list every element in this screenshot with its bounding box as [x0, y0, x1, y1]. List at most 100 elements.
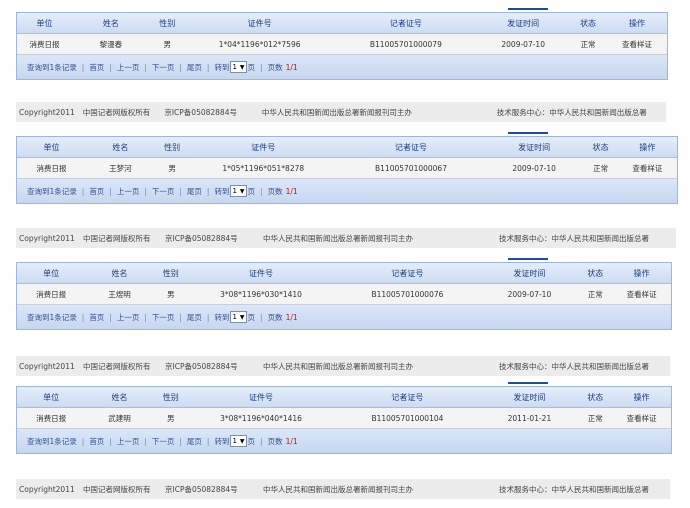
- next-page-link[interactable]: 下一页: [152, 62, 175, 73]
- prev-page-link[interactable]: 上一页: [117, 62, 140, 73]
- result-summary: 查询到1条记录: [27, 436, 77, 446]
- separator: |: [81, 62, 85, 72]
- footer-tech-support: 技术服务中心：中华人民共和国新闻出版总署: [499, 361, 649, 371]
- footer-tech-support: 技术服务中心：中华人民共和国新闻出版总署: [496, 107, 647, 117]
- footer-icp: 京ICP备05082884号: [165, 361, 238, 371]
- separator: |: [109, 186, 112, 196]
- column-header-issue-date: 发证时间: [518, 142, 551, 152]
- view-sample-link[interactable]: 查看样证: [607, 39, 667, 50]
- cell-press-card: B11005701000079: [369, 39, 442, 49]
- page-count: 1/1: [285, 312, 298, 322]
- column-header-status: 状态: [587, 392, 604, 402]
- column-header-id-number: 证件号: [251, 142, 276, 152]
- table-row: 消费日报 王梦河 男 1*05*1196*051*8278 B110057010…: [17, 158, 677, 179]
- column-header-issue-date: 发证时间: [513, 392, 546, 402]
- goto-prefix: 转到: [214, 186, 230, 196]
- next-page-link[interactable]: 下一页: [152, 436, 175, 447]
- column-header-name: 姓名: [111, 392, 128, 402]
- cell-press-card: B11005701000104: [371, 413, 444, 423]
- column-header-id-number: 证件号: [249, 268, 274, 278]
- goto-prefix: 转到: [214, 436, 230, 446]
- cell-status: 正常: [593, 163, 609, 173]
- last-page-link[interactable]: 尾页: [187, 62, 202, 73]
- separator: |: [179, 62, 182, 72]
- separator: |: [179, 186, 182, 196]
- goto-prefix: 转到: [214, 312, 230, 322]
- column-header-status: 状态: [592, 142, 609, 152]
- cell-unit: 消费日报: [36, 289, 67, 299]
- pagination-bar: 查询到1条记录 | 首页 | 上一页 | 下一页 | 尾页 | 转到 1 ▼ 页…: [17, 179, 677, 203]
- footer-copyright: Copyright2011: [19, 361, 75, 371]
- table-header-row: 单位 姓名 性别 证件号 记者证号 发证时间 状态 操作: [17, 387, 671, 408]
- prev-page-link[interactable]: 上一页: [117, 186, 140, 197]
- pagination-bar: 查询到1条记录 | 首页 | 上一页 | 下一页 | 尾页 | 转到 1 ▼ 页…: [17, 55, 667, 79]
- record-table: 单位 姓名 性别 证件号 记者证号 发证时间 状态 操作 消费日报 王煜明 男 …: [16, 262, 672, 330]
- separator: |: [144, 436, 147, 446]
- footer-owner: 中国记者网版权所有: [83, 233, 151, 243]
- footer-sponsor: 中华人民共和国新闻出版总署新闻报刊司主办: [261, 107, 412, 117]
- column-header-action: 操作: [628, 18, 645, 28]
- next-page-link[interactable]: 下一页: [152, 186, 175, 197]
- page-select[interactable]: 1 ▼: [230, 185, 247, 197]
- first-page-link[interactable]: 首页: [89, 312, 104, 323]
- cell-unit: 消费日报: [36, 413, 67, 423]
- column-header-status: 状态: [580, 18, 597, 28]
- column-header-id-number: 证件号: [249, 392, 274, 402]
- page-count-label: 页数: [267, 62, 283, 72]
- page-select[interactable]: 1 ▼: [230, 435, 247, 447]
- cell-id-number: 1*05*1196*051*8278: [222, 163, 305, 173]
- record-table: 单位 姓名 性别 证件号 记者证号 发证时间 状态 操作 消费日报 黎漫春 男 …: [16, 12, 668, 80]
- site-footer: Copyright2011 中国记者网版权所有 京ICP备05082884号 中…: [16, 356, 670, 376]
- separator: |: [109, 312, 112, 322]
- column-header-press-card: 记者证号: [391, 392, 424, 402]
- view-sample-link[interactable]: 查看样证: [618, 163, 677, 174]
- view-sample-link[interactable]: 查看样证: [612, 289, 671, 300]
- last-page-link[interactable]: 尾页: [187, 312, 202, 323]
- tab-indicator-line: [508, 382, 548, 384]
- prev-page-link[interactable]: 上一页: [117, 436, 140, 447]
- separator: |: [81, 186, 85, 196]
- separator: |: [109, 436, 112, 446]
- column-header-unit: 单位: [43, 142, 60, 152]
- column-header-press-card: 记者证号: [389, 18, 422, 28]
- cell-id-number: 3*08*1196*030*1410: [220, 289, 302, 299]
- page-count: 1/1: [285, 436, 298, 446]
- column-header-press-card: 记者证号: [395, 142, 427, 152]
- first-page-link[interactable]: 首页: [89, 186, 104, 197]
- tab-indicator-line: [508, 132, 548, 134]
- goto-suffix: 页: [247, 186, 256, 196]
- page-count-label: 页数: [267, 436, 283, 446]
- goto-suffix: 页: [247, 312, 256, 322]
- view-sample-link[interactable]: 查看样证: [612, 413, 671, 424]
- site-footer: Copyright2011 中国记者网版权所有 京ICP备05082884号 中…: [16, 479, 670, 499]
- column-header-press-card: 记者证号: [391, 268, 424, 278]
- separator: |: [81, 312, 85, 322]
- first-page-link[interactable]: 首页: [89, 436, 104, 447]
- column-header-gender: 性别: [162, 392, 179, 402]
- last-page-link[interactable]: 尾页: [187, 186, 202, 197]
- column-header-unit: 单位: [43, 268, 60, 278]
- footer-icp: 京ICP备05082884号: [165, 484, 238, 494]
- separator: |: [260, 62, 263, 72]
- separator: |: [260, 186, 263, 196]
- cell-status: 正常: [587, 289, 603, 299]
- page-select[interactable]: 1 ▼: [230, 61, 247, 73]
- cell-press-card: B11005701000076: [371, 289, 444, 299]
- next-page-link[interactable]: 下一页: [152, 312, 175, 323]
- result-summary: 查询到1条记录: [27, 312, 77, 322]
- pagination-bar: 查询到1条记录 | 首页 | 上一页 | 下一页 | 尾页 | 转到 1 ▼ 页…: [17, 429, 671, 453]
- cell-status: 正常: [580, 39, 596, 49]
- pagination-bar: 查询到1条记录 | 首页 | 上一页 | 下一页 | 尾页 | 转到 1 ▼ 页…: [17, 305, 671, 329]
- column-header-id-number: 证件号: [247, 18, 272, 28]
- first-page-link[interactable]: 首页: [89, 62, 104, 73]
- table-row: 消费日报 武建明 男 3*08*1196*040*1416 B110057010…: [17, 408, 671, 429]
- column-header-unit: 单位: [36, 18, 53, 28]
- column-header-name: 姓名: [112, 142, 129, 152]
- cell-gender: 男: [168, 163, 176, 173]
- cell-unit: 消费日报: [36, 163, 67, 173]
- result-summary: 查询到1条记录: [27, 186, 77, 196]
- page-select[interactable]: 1 ▼: [230, 311, 247, 323]
- prev-page-link[interactable]: 上一页: [117, 312, 140, 323]
- column-header-issue-date: 发证时间: [513, 268, 546, 278]
- last-page-link[interactable]: 尾页: [187, 436, 202, 447]
